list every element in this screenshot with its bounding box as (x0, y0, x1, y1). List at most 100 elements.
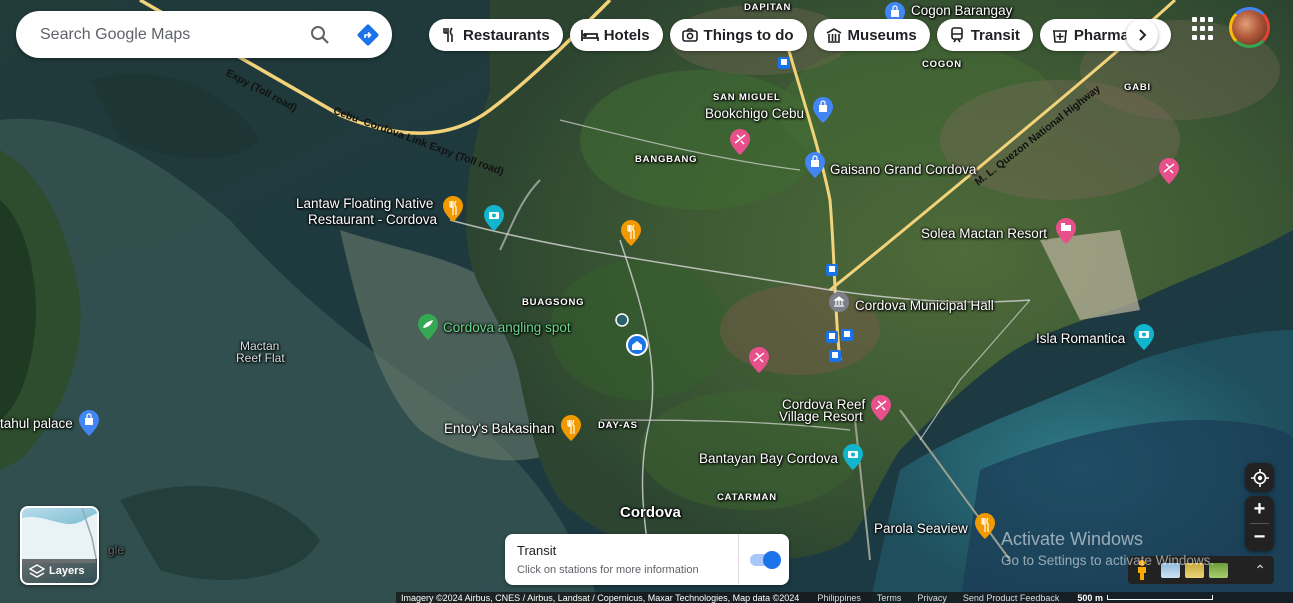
chip-things-to-do[interactable]: Things to do (669, 19, 807, 51)
transit-title: Transit (517, 543, 557, 558)
leisure-pin-icon[interactable] (749, 347, 769, 373)
expand-up-icon[interactable]: ⌃ (1254, 562, 1266, 579)
search-input[interactable]: Search Google Maps (40, 26, 296, 44)
zoom-controls: + − (1245, 496, 1274, 551)
attraction-pin-icon[interactable] (1134, 324, 1154, 350)
my-location-button[interactable] (1245, 463, 1274, 492)
imagery-attribution: Imagery ©2024 Airbus, CNES / Airbus, Lan… (401, 592, 800, 603)
park-pin-icon[interactable] (418, 314, 438, 340)
civic-building-pin-icon[interactable] (829, 291, 849, 317)
place-label-parola[interactable]: Parola Seaview (874, 521, 968, 536)
chip-transit[interactable]: Transit (936, 19, 1033, 51)
chip-restaurants[interactable]: Restaurants (429, 19, 563, 51)
hotel-pin-icon[interactable] (1056, 218, 1076, 244)
place-label-angling-spot[interactable]: Cordova angling spot (443, 320, 571, 335)
search-box[interactable]: Search Google Maps (16, 11, 392, 58)
privacy-link[interactable]: Privacy (917, 593, 947, 603)
shopping-pin-icon[interactable] (813, 97, 833, 123)
zoom-in-button[interactable]: + (1245, 496, 1274, 523)
transit-station-icon[interactable] (778, 57, 790, 69)
leisure-pin-icon[interactable] (871, 395, 891, 421)
restaurant-pin-icon[interactable] (443, 196, 463, 222)
restaurant-pin-icon[interactable] (621, 220, 641, 246)
place-label-dapitan: DAPITAN (744, 2, 792, 13)
directions-icon (357, 24, 379, 45)
place-label-bangbang: BANGBANG (635, 154, 698, 165)
place-label-cogon: COGON (922, 59, 962, 70)
scale-line (1106, 595, 1213, 600)
attraction-pin-icon[interactable] (843, 444, 863, 470)
place-label-bookchigo[interactable]: Bookchigo Cebu (705, 106, 804, 121)
transit-subtitle: Click on stations for more information (517, 564, 699, 576)
place-label-cordova[interactable]: Cordova (620, 505, 681, 520)
map-footer: Imagery ©2024 Airbus, CNES / Airbus, Lan… (396, 592, 1293, 603)
current-location-dot-icon (615, 313, 629, 327)
attraction-pin-icon[interactable] (484, 205, 504, 231)
layers-thumbnail (22, 508, 97, 563)
feedback-link[interactable]: Send Product Feedback (963, 593, 1060, 603)
category-chips: Restaurants Hotels Things to do Museums … (429, 19, 1172, 51)
scale-bar[interactable]: 500 m (1077, 593, 1213, 603)
layers-label: Layers (49, 565, 85, 577)
chip-hotels[interactable]: Hotels (569, 19, 663, 51)
place-label-tahul-palace[interactable]: tahul palace (0, 416, 73, 431)
place-label-gaisano[interactable]: Gaisano Grand Cordova (830, 162, 976, 177)
place-label-catarman: CATARMAN (717, 492, 777, 503)
bed-icon (580, 26, 599, 44)
chip-museums[interactable]: Museums (813, 19, 930, 51)
fork-knife-icon (440, 26, 458, 44)
scale-label: 500 m (1077, 592, 1103, 603)
camera-icon (681, 26, 699, 44)
place-label-dayas: DAY-AS (598, 420, 638, 431)
place-label-bantayan[interactable]: Bantayan Bay Cordova (699, 451, 838, 466)
place-label-isla-romantica[interactable]: Isla Romantica (1036, 331, 1125, 346)
search-icon (311, 25, 329, 44)
directions-button[interactable] (344, 11, 392, 58)
transit-text: Transit Click on stations for more infor… (505, 534, 739, 585)
place-label-cordova-hall[interactable]: Cordova Municipal Hall (855, 298, 994, 313)
activate-windows-watermark: Activate Windows Go to Settings to activ… (1001, 529, 1214, 568)
place-label-san-miguel: SAN MIGUEL (713, 92, 781, 103)
terms-link[interactable]: Terms (877, 593, 902, 603)
transit-toggle[interactable] (739, 534, 789, 585)
transit-panel: Transit Click on stations for more infor… (505, 534, 789, 585)
home-icon[interactable] (626, 334, 648, 356)
restaurant-pin-icon[interactable] (561, 415, 581, 441)
toggle-track (750, 550, 781, 569)
place-label-cogon-barangay[interactable]: Cogon Barangay (911, 3, 1012, 18)
restaurant-pin-icon[interactable] (975, 513, 995, 539)
google-apps-button[interactable] (1192, 17, 1216, 41)
layers-button[interactable]: Layers (20, 506, 99, 585)
shopping-pin-icon[interactable] (79, 410, 99, 436)
toggle-knob (763, 550, 781, 569)
pharmacy-icon (1051, 26, 1069, 44)
watermark-title: Activate Windows (1001, 529, 1144, 549)
place-label-solea[interactable]: Solea Mactan Resort (921, 226, 1047, 241)
layers-icon (29, 564, 45, 578)
country-link[interactable]: Philippines (817, 593, 861, 603)
zoom-out-button[interactable]: − (1245, 524, 1274, 551)
transit-station-icon[interactable] (826, 264, 838, 276)
account-avatar[interactable] (1229, 7, 1270, 48)
place-label-cordova-reef-2[interactable]: Village Resort (779, 409, 863, 424)
leisure-pin-icon[interactable] (730, 129, 750, 155)
museum-icon (825, 26, 843, 44)
place-label-lantaw-2[interactable]: Restaurant - Cordova (308, 212, 437, 227)
transit-station-icon[interactable] (841, 329, 853, 341)
search-button[interactable] (296, 11, 344, 58)
chips-scroll-right-button[interactable] (1126, 19, 1158, 51)
transit-station-icon[interactable] (826, 331, 838, 343)
my-location-icon (1250, 468, 1269, 487)
transit-station-icon[interactable] (829, 350, 841, 362)
place-label-entoys[interactable]: Entoy's Bakasihan (444, 421, 555, 436)
place-label-mactan-reef-2: Reef Flat (236, 351, 285, 365)
train-icon (948, 26, 966, 44)
chevron-right-icon (1139, 29, 1147, 41)
place-label-gabi: GABI (1124, 82, 1151, 93)
layers-bar: Layers (22, 559, 97, 583)
leisure-pin-icon[interactable] (1159, 158, 1179, 184)
place-label-gle: gle (108, 543, 125, 557)
shopping-pin-icon[interactable] (805, 152, 825, 178)
watermark-subtitle: Go to Settings to activate Windows. (1001, 553, 1215, 568)
place-label-lantaw-1[interactable]: Lantaw Floating Native (296, 196, 433, 211)
